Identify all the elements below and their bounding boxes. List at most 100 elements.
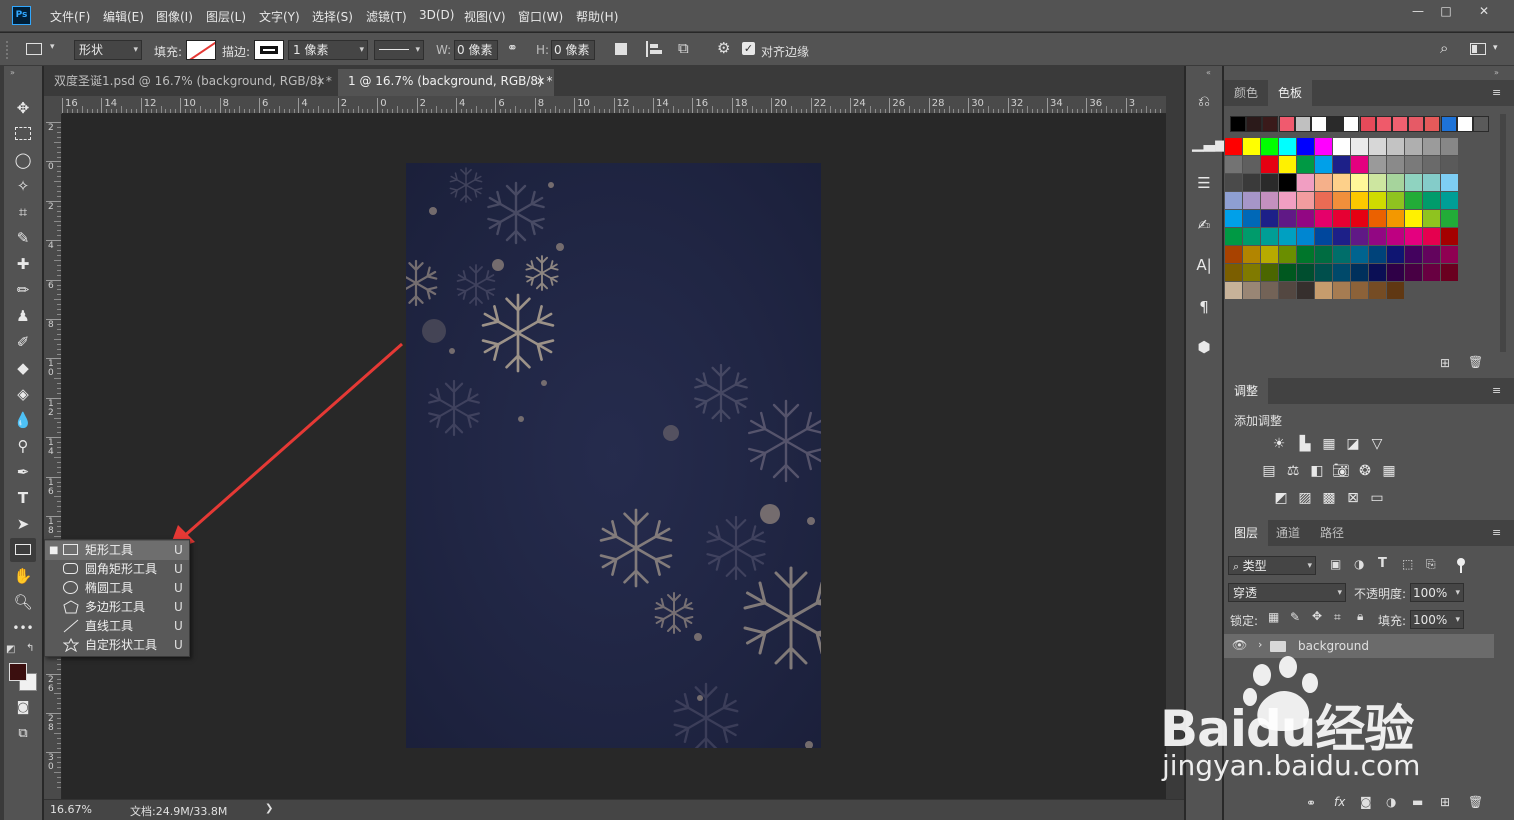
color-swatch[interactable]: [1225, 264, 1242, 281]
color-swatch[interactable]: [1243, 156, 1260, 173]
color-swatch[interactable]: [1333, 156, 1350, 173]
more-tools-icon[interactable]: •••: [10, 616, 36, 640]
levels-icon[interactable]: ▙: [1296, 436, 1314, 452]
color-swatch[interactable]: [1423, 228, 1440, 245]
stroke-swatch[interactable]: [254, 40, 284, 60]
color-swatch[interactable]: [1297, 210, 1314, 227]
color-swatch[interactable]: [1261, 246, 1278, 263]
new-swatch-icon[interactable]: ⊞: [1440, 356, 1450, 370]
color-swatch[interactable]: [1279, 246, 1296, 263]
gear-icon[interactable]: ⚙: [717, 39, 730, 57]
color-swatch[interactable]: [1225, 156, 1242, 173]
status-menu-arrow-icon[interactable]: ❯: [265, 803, 273, 814]
lasso-tool-icon[interactable]: ◯: [10, 148, 36, 172]
color-swatch[interactable]: [1225, 246, 1242, 263]
gradient-map-icon[interactable]: ▭: [1368, 490, 1386, 506]
color-swatch[interactable]: [1261, 228, 1278, 245]
healing-brush-tool-icon[interactable]: ✚: [10, 252, 36, 276]
posterize-icon[interactable]: ▨: [1296, 490, 1314, 506]
histogram-panel-icon[interactable]: ▁▃▅: [1192, 130, 1227, 156]
color-swatch[interactable]: [1351, 228, 1368, 245]
filter-shape-icon[interactable]: ⬚: [1402, 557, 1413, 571]
color-swatch[interactable]: [1315, 174, 1332, 191]
color-swatch[interactable]: [1261, 156, 1278, 173]
character-panel-icon[interactable]: A|: [1192, 252, 1216, 278]
lock-all-icon[interactable]: 🔒︎: [1357, 609, 1363, 624]
color-swatch[interactable]: [1297, 282, 1314, 299]
color-swatch[interactable]: [1297, 246, 1314, 263]
rectangle-tool-icon[interactable]: [10, 538, 36, 562]
panel-menu-icon[interactable]: ≡: [1492, 384, 1501, 397]
color-swatch[interactable]: [1387, 210, 1404, 227]
paint-bucket-tool-icon[interactable]: ◈: [10, 382, 36, 406]
recent-swatch[interactable]: [1473, 116, 1489, 132]
recent-swatch[interactable]: [1230, 116, 1246, 132]
threshold-icon[interactable]: ▩: [1320, 490, 1338, 506]
color-swatch[interactable]: [1351, 264, 1368, 281]
color-swatch[interactable]: [1333, 282, 1350, 299]
crop-tool-icon[interactable]: ⌗: [10, 200, 36, 224]
color-swatch[interactable]: [1405, 210, 1422, 227]
color-swatch[interactable]: [1243, 264, 1260, 281]
color-swatch[interactable]: [1225, 282, 1242, 299]
color-swatch[interactable]: [1405, 174, 1422, 191]
width-input[interactable]: 0 像素: [454, 40, 498, 60]
color-swatch[interactable]: [1441, 210, 1458, 227]
color-swatch[interactable]: [1243, 192, 1260, 209]
menu-item[interactable]: 图像(I): [156, 8, 193, 25]
color-swatch[interactable]: [1261, 264, 1278, 281]
document-canvas[interactable]: [406, 163, 821, 748]
recent-swatch[interactable]: [1424, 116, 1441, 132]
move-tool-icon[interactable]: ✥: [10, 96, 36, 120]
color-swatch[interactable]: [1261, 138, 1278, 155]
color-swatch[interactable]: [1369, 210, 1386, 227]
brush-settings-icon[interactable]: ✍: [1192, 212, 1216, 238]
chevron-down-icon[interactable]: ▾: [1493, 43, 1498, 53]
eye-icon[interactable]: 👁︎: [1232, 638, 1247, 652]
flyout-item-ellipse[interactable]: 椭圆工具 U: [45, 579, 189, 598]
color-swatch[interactable]: [1279, 282, 1296, 299]
tab-paths[interactable]: 路径: [1310, 520, 1354, 546]
color-swatch[interactable]: [1369, 138, 1386, 155]
new-group-icon[interactable]: ▬: [1412, 795, 1423, 809]
menu-item[interactable]: 图层(L): [206, 8, 246, 25]
color-swatch[interactable]: [1423, 156, 1440, 173]
recent-swatch[interactable]: [1311, 116, 1327, 132]
history-panel-icon[interactable]: ⎌: [1192, 88, 1216, 114]
color-swatch[interactable]: [1225, 210, 1242, 227]
color-swatch[interactable]: [1423, 138, 1440, 155]
filter-pixel-icon[interactable]: ▣: [1330, 557, 1341, 571]
color-swatch[interactable]: [1351, 174, 1368, 191]
color-swatch[interactable]: [1243, 228, 1260, 245]
add-mask-icon[interactable]: ◙: [1360, 795, 1372, 809]
menu-item[interactable]: 视图(V): [464, 8, 506, 25]
brush-tool-icon[interactable]: ✏: [10, 278, 36, 302]
color-swatch[interactable]: [1243, 174, 1260, 191]
color-swatch[interactable]: [1297, 228, 1314, 245]
lock-artboard-icon[interactable]: ⌗: [1334, 610, 1341, 625]
recent-swatch[interactable]: [1392, 116, 1408, 132]
recent-swatch[interactable]: [1375, 116, 1392, 132]
tab-channels[interactable]: 通道: [1266, 520, 1310, 546]
color-swatch[interactable]: [1351, 246, 1368, 263]
collapse-icon[interactable]: »: [1494, 68, 1499, 77]
new-layer-icon[interactable]: ⊞: [1440, 795, 1450, 809]
color-swatch[interactable]: [1423, 192, 1440, 209]
minimize-button[interactable]: —: [1406, 3, 1430, 19]
color-swatch[interactable]: [1369, 192, 1386, 209]
recent-swatch[interactable]: [1408, 116, 1425, 132]
color-swatch[interactable]: [1315, 156, 1332, 173]
path-selection-tool-icon[interactable]: ➤: [10, 512, 36, 536]
menu-item[interactable]: 滤镜(T): [366, 8, 407, 25]
color-swatch[interactable]: [1351, 210, 1368, 227]
color-swatch[interactable]: [1405, 192, 1422, 209]
eraser-tool-icon[interactable]: ◆: [10, 356, 36, 380]
fx-icon[interactable]: fx: [1334, 795, 1345, 809]
link-icon[interactable]: ⚭: [507, 41, 518, 56]
horizontal-ruler[interactable]: 16 14 12 10 8 6 4 2 0 2 4 6 8 10 12 14 16 18 20 22 24 26 28 30 3…: [62, 96, 1166, 114]
trash-icon[interactable]: 🗑︎: [1468, 795, 1483, 809]
menu-item[interactable]: 文字(Y): [259, 8, 300, 25]
ruler-corner[interactable]: [44, 96, 62, 114]
color-swatch[interactable]: [1333, 138, 1350, 155]
color-swatch[interactable]: [1423, 174, 1440, 191]
